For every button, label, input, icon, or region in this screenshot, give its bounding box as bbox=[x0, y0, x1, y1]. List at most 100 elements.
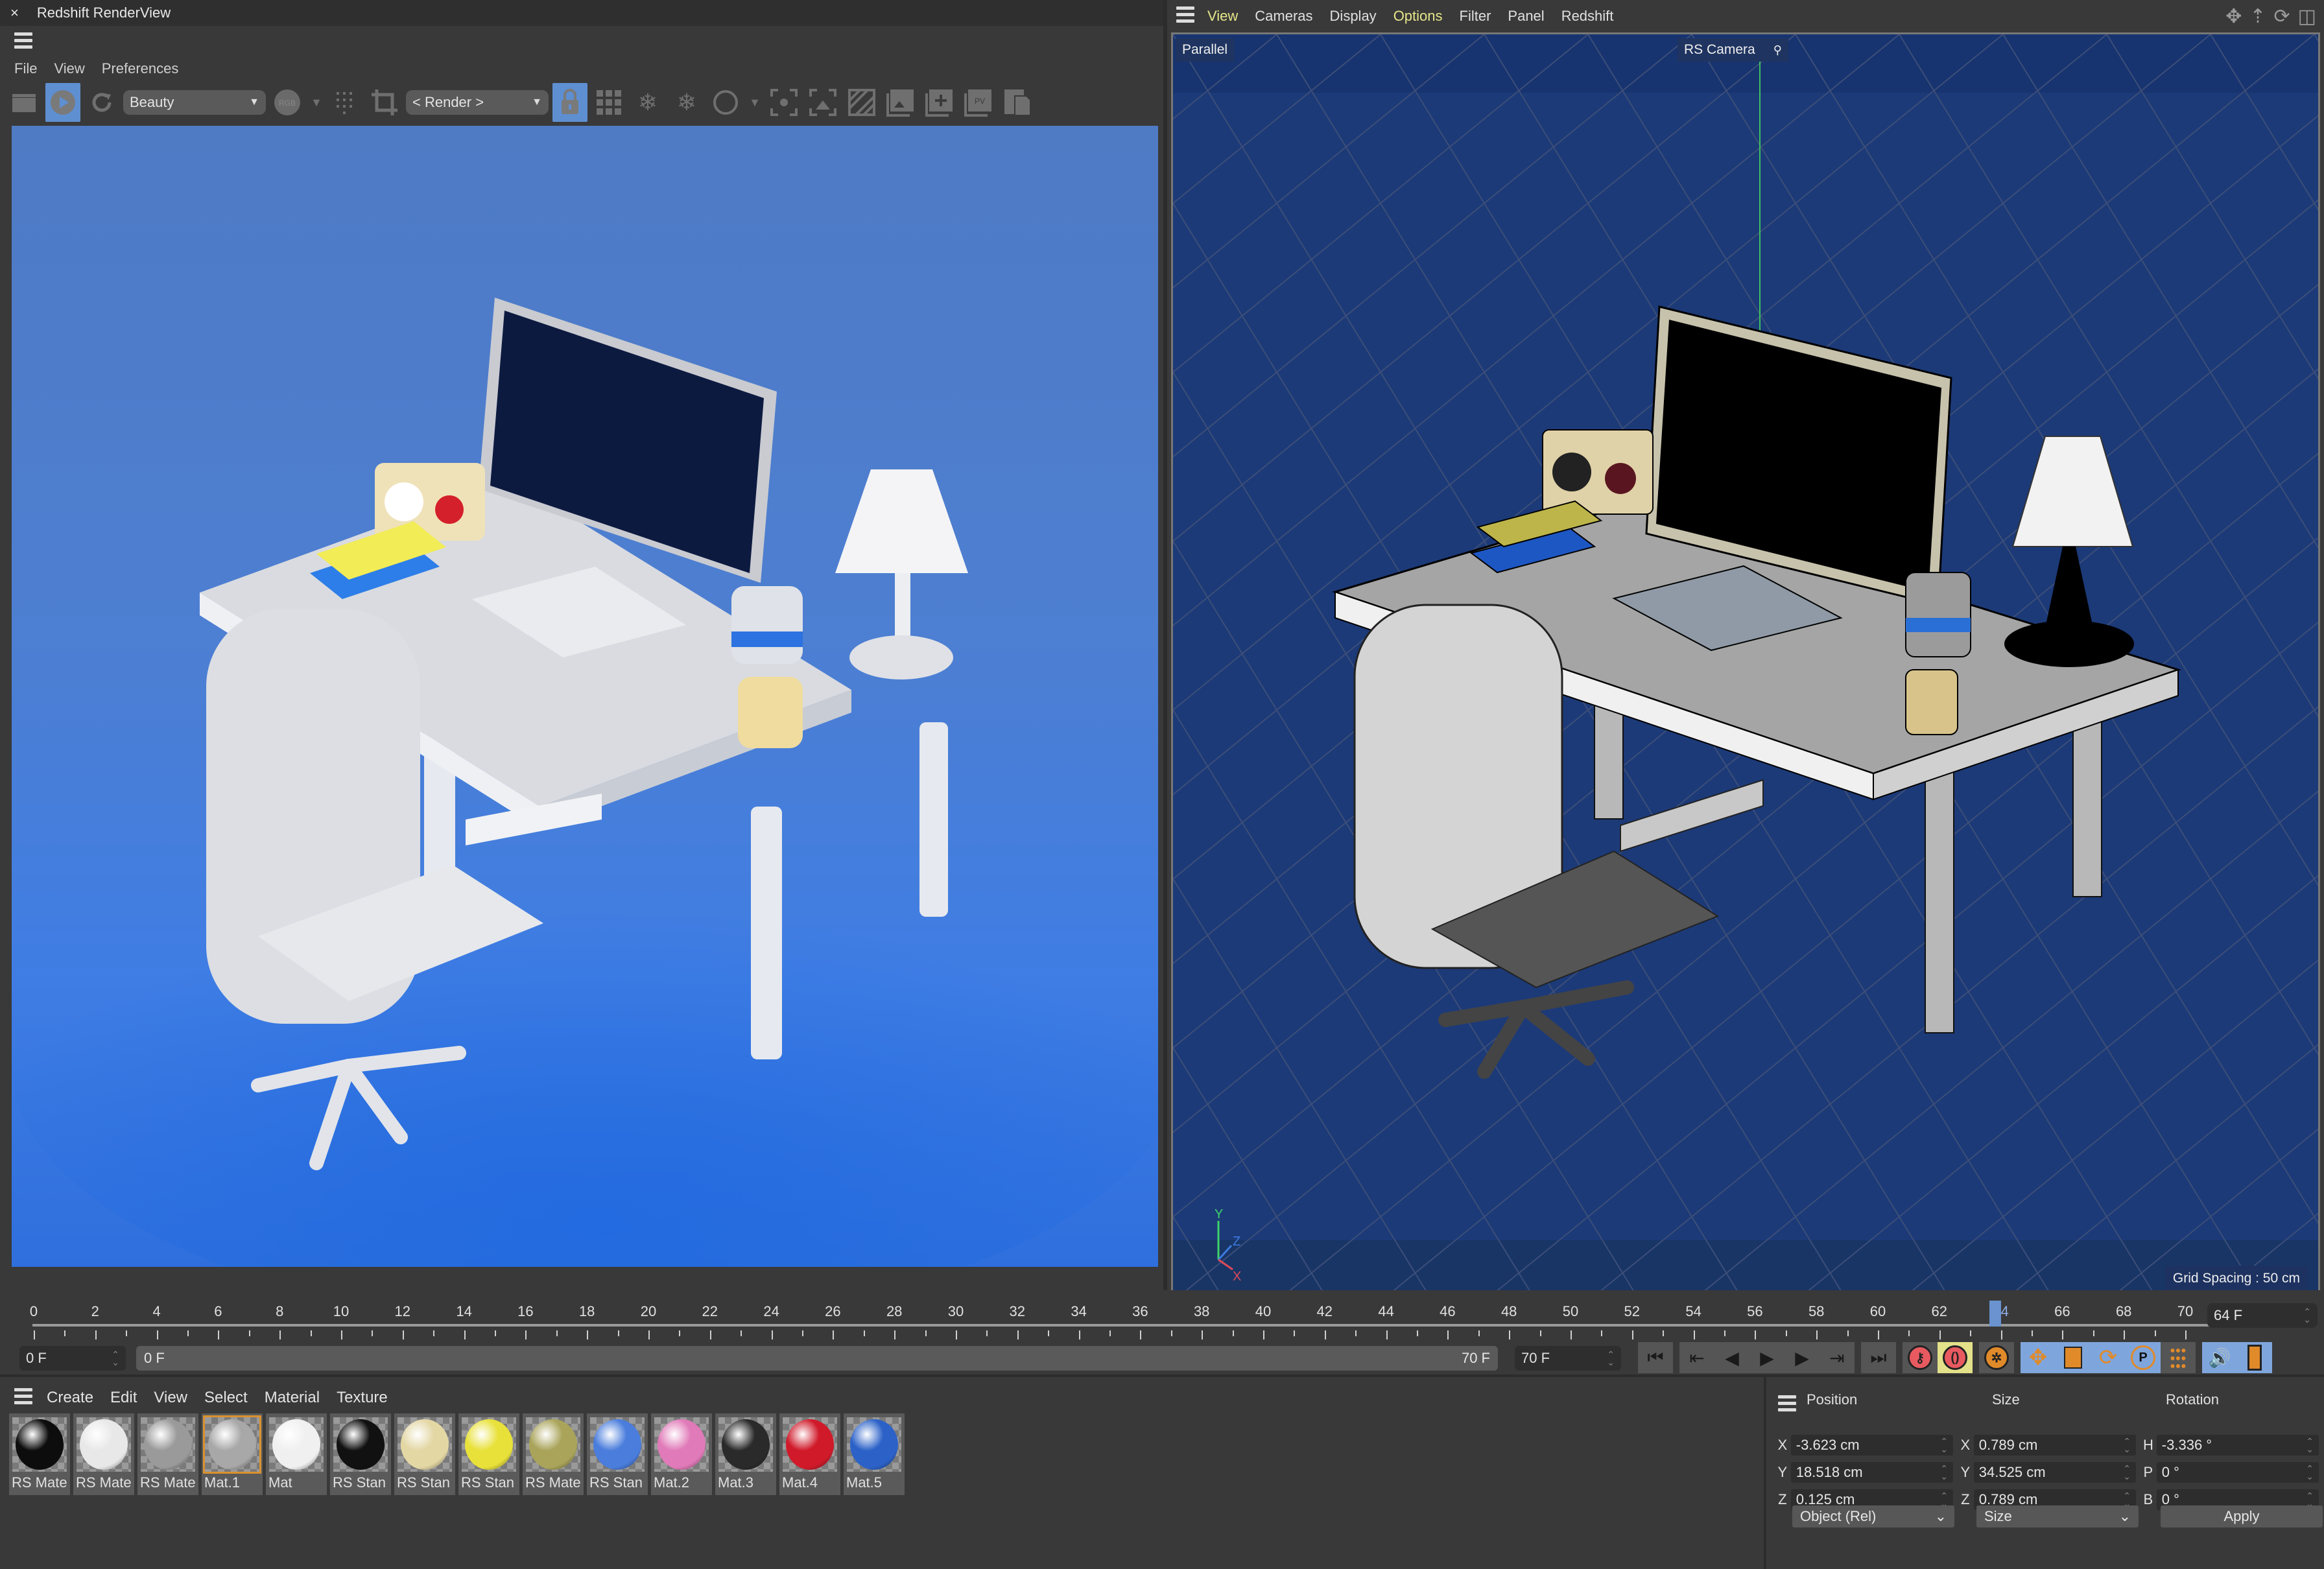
material-swatch[interactable]: RS Mate bbox=[523, 1413, 584, 1495]
end-frame-field[interactable]: 70 F ⌃ ⌄ bbox=[1515, 1346, 1621, 1371]
menu-texture[interactable]: Texture bbox=[337, 1389, 388, 1407]
film-icon[interactable] bbox=[2237, 1342, 2272, 1373]
projection-label[interactable]: Parallel bbox=[1176, 38, 1235, 62]
crop-icon[interactable] bbox=[367, 83, 402, 122]
timeline-playhead[interactable] bbox=[1989, 1301, 2001, 1327]
material-swatch[interactable]: RS Stan bbox=[587, 1413, 648, 1495]
rotation-h-field[interactable]: -3.336 ° ⌃ ⌄ bbox=[2156, 1435, 2319, 1456]
coordinate-mode-dropdown[interactable]: Object (Rel) ⌄ bbox=[1792, 1505, 1954, 1528]
render-camera-dropdown[interactable]: < Render > ▼ bbox=[406, 90, 549, 115]
menu-view[interactable]: View bbox=[54, 60, 84, 77]
material-swatch[interactable]: Mat.1 bbox=[202, 1413, 263, 1495]
menu-create[interactable]: Create bbox=[47, 1389, 93, 1407]
grid-icon[interactable] bbox=[591, 83, 626, 122]
snowflake-g-icon[interactable]: ❄ bbox=[669, 83, 704, 122]
viewport-menu-options[interactable]: Options bbox=[1393, 8, 1443, 25]
stepper-icon[interactable]: ⌃ ⌄ bbox=[2303, 1307, 2311, 1324]
circle-icon[interactable] bbox=[708, 83, 743, 122]
menu-material[interactable]: Material bbox=[265, 1389, 320, 1407]
rgb-icon[interactable]: RGB bbox=[270, 83, 305, 122]
aov-dropdown[interactable]: Beauty ▼ bbox=[123, 90, 266, 115]
refresh-icon[interactable] bbox=[84, 83, 119, 122]
stepper-icon[interactable]: ⌃ ⌄ bbox=[2306, 1464, 2314, 1481]
play-render-icon[interactable] bbox=[45, 83, 80, 122]
menu-view[interactable]: View bbox=[154, 1389, 187, 1407]
layout-icon[interactable]: ◫ bbox=[2298, 5, 2316, 28]
viewport-menu-panel[interactable]: Panel bbox=[1508, 8, 1544, 25]
fit-icon[interactable] bbox=[805, 83, 840, 122]
menu-preferences[interactable]: Preferences bbox=[102, 60, 179, 77]
sound-icon[interactable]: 🔊 bbox=[2202, 1342, 2237, 1373]
snowflake-icon[interactable]: ❄ bbox=[630, 83, 665, 122]
pv-icon[interactable]: PV bbox=[961, 83, 996, 122]
frame-range-slider[interactable]: 0 F 70 F bbox=[136, 1346, 1498, 1371]
hamburger-menu-icon[interactable] bbox=[1176, 6, 1194, 26]
hamburger-menu-icon[interactable] bbox=[1778, 1395, 1796, 1415]
material-swatch[interactable]: RS Mate bbox=[9, 1413, 70, 1495]
timeline-ruler[interactable]: 0 2 4 6 8 10 12 14 16 18 20 22 24 26 28 30 32 34 36 38 40 42 4… bbox=[0, 1290, 2324, 1339]
prev-key-icon[interactable]: ⇤ bbox=[1679, 1342, 1714, 1373]
size-x-field[interactable]: 0.789 cm ⌃ ⌄ bbox=[1973, 1435, 2136, 1456]
menu-file[interactable]: File bbox=[14, 60, 37, 77]
material-swatch[interactable]: Mat.2 bbox=[651, 1413, 712, 1495]
next-frame-icon[interactable]: ▶ bbox=[1784, 1342, 1820, 1373]
material-swatch[interactable]: RS Stan bbox=[330, 1413, 391, 1495]
viewport-menu-display[interactable]: Display bbox=[1330, 8, 1377, 25]
stepper-icon[interactable]: ⌃ ⌄ bbox=[1940, 1464, 1948, 1481]
snapshot-icon[interactable] bbox=[883, 83, 918, 122]
rotation-p-field[interactable]: 0 ° ⌃ ⌄ bbox=[2156, 1462, 2319, 1483]
play-icon[interactable]: ▶ bbox=[1749, 1342, 1784, 1373]
chevron-down-icon[interactable]: ▼ bbox=[309, 83, 324, 122]
stepper-icon[interactable]: ⌃ ⌄ bbox=[2306, 1437, 2314, 1454]
next-key-icon[interactable]: ⇥ bbox=[1820, 1342, 1855, 1373]
viewport-menu-filter[interactable]: Filter bbox=[1460, 8, 1491, 25]
close-icon[interactable]: × bbox=[10, 5, 19, 21]
viewport-menu-cameras[interactable]: Cameras bbox=[1255, 8, 1312, 25]
focus-icon[interactable] bbox=[766, 83, 801, 122]
stepper-icon[interactable]: ⌃ ⌄ bbox=[1940, 1437, 1948, 1454]
timeline-track[interactable] bbox=[32, 1324, 2218, 1327]
chevron-down-icon[interactable]: ▼ bbox=[747, 83, 763, 122]
stepper-icon[interactable]: ⌃ ⌄ bbox=[1607, 1350, 1615, 1367]
viewport-menu-redshift[interactable]: Redshift bbox=[1561, 8, 1614, 25]
copy-icon[interactable] bbox=[1000, 83, 1035, 122]
material-swatch[interactable]: Mat bbox=[266, 1413, 327, 1495]
camera-label[interactable]: RS Camera ⚲ bbox=[1678, 38, 1788, 62]
stepper-icon[interactable]: ⌃ ⌄ bbox=[2123, 1464, 2131, 1481]
material-swatch[interactable]: Mat.4 bbox=[779, 1413, 840, 1495]
hamburger-menu-icon[interactable] bbox=[14, 32, 32, 49]
size-y-field[interactable]: 34.525 cm ⌃ ⌄ bbox=[1973, 1462, 2136, 1483]
stripes-icon[interactable] bbox=[844, 83, 879, 122]
current-frame-field[interactable]: 64 F ⌃ ⌄ bbox=[2207, 1303, 2318, 1328]
stepper-icon[interactable]: ⌃ ⌄ bbox=[2123, 1437, 2131, 1454]
menu-select[interactable]: Select bbox=[204, 1389, 248, 1407]
material-swatch[interactable]: RS Stan bbox=[394, 1413, 455, 1495]
add-snapshot-icon[interactable] bbox=[922, 83, 957, 122]
viewport-canvas[interactable]: Y Z X Parallel RS Camera ⚲ Grid Spacing … bbox=[1171, 32, 2320, 1299]
position-key-icon[interactable]: ✥ bbox=[2021, 1342, 2056, 1373]
parameter-key-icon[interactable]: P bbox=[2126, 1342, 2161, 1373]
material-swatch[interactable]: RS Stan bbox=[458, 1413, 519, 1495]
size-mode-dropdown[interactable]: Size ⌄ bbox=[1976, 1505, 2139, 1528]
dolly-icon[interactable]: ⇡ bbox=[2249, 5, 2266, 28]
apply-button[interactable]: Apply bbox=[2161, 1505, 2323, 1528]
rotation-key-icon[interactable]: ⟳ bbox=[2091, 1342, 2126, 1373]
keyframe-selection-icon[interactable]: ✲ bbox=[1979, 1342, 2014, 1373]
prev-frame-icon[interactable]: ◀ bbox=[1714, 1342, 1749, 1373]
grid-dots-icon[interactable] bbox=[328, 83, 363, 122]
material-swatch[interactable]: Mat.3 bbox=[715, 1413, 776, 1495]
lock-icon[interactable] bbox=[552, 83, 587, 122]
clapper-icon[interactable] bbox=[6, 83, 42, 122]
start-frame-field[interactable]: 0 F ⌃ ⌄ bbox=[19, 1346, 126, 1371]
go-to-start-icon[interactable]: ⏮ bbox=[1638, 1342, 1673, 1373]
move-view-icon[interactable]: ✥ bbox=[2225, 5, 2242, 28]
hamburger-menu-icon[interactable] bbox=[14, 1388, 32, 1408]
record-active-icon[interactable]: ⚷ bbox=[1903, 1342, 1938, 1373]
rotate-view-icon[interactable]: ⟳ bbox=[2274, 5, 2290, 28]
position-x-field[interactable]: -3.623 cm ⌃ ⌄ bbox=[1790, 1435, 1953, 1456]
scale-key-icon[interactable] bbox=[2056, 1342, 2091, 1373]
material-swatch[interactable]: RS Mate bbox=[73, 1413, 134, 1495]
go-to-end-icon[interactable]: ⏭ bbox=[1861, 1342, 1896, 1373]
material-swatch[interactable]: Mat.5 bbox=[844, 1413, 905, 1495]
autokey-icon[interactable]: () bbox=[1938, 1342, 1973, 1373]
